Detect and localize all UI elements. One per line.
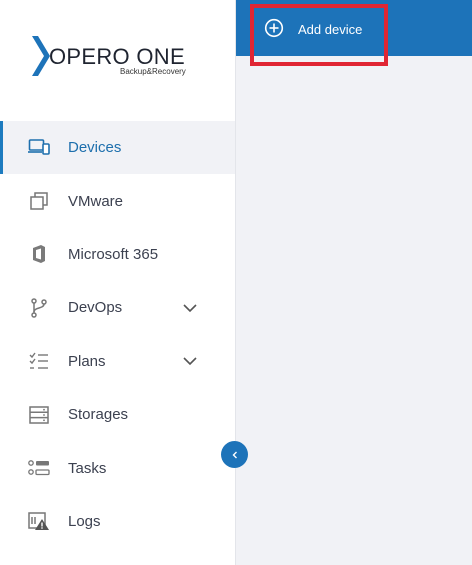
sidebar-item-devices[interactable]: Devices bbox=[0, 121, 235, 175]
branch-icon bbox=[28, 297, 50, 319]
sidebar-item-microsoft-365[interactable]: Microsoft 365 bbox=[0, 228, 235, 281]
chevron-left-icon bbox=[232, 451, 237, 458]
sidebar-item-label: Tasks bbox=[68, 459, 107, 477]
sidebar-item-storages[interactable]: Storages bbox=[0, 388, 235, 441]
vmware-icon bbox=[28, 190, 50, 212]
collapse-sidebar-button[interactable] bbox=[221, 441, 248, 468]
sidebar-item-label: VMware bbox=[68, 192, 124, 210]
sidebar-item-label: Logs bbox=[68, 512, 101, 530]
sidebar-item-vmware[interactable]: VMware bbox=[0, 174, 235, 227]
logs-warning-icon bbox=[28, 510, 50, 532]
add-device-label: Add device bbox=[298, 22, 363, 37]
brand-logo: OPERO ONE Backup&Recovery bbox=[32, 36, 202, 80]
sidebar-item-logs[interactable]: Logs bbox=[0, 495, 235, 548]
checklist-icon bbox=[28, 350, 50, 372]
add-device-button[interactable]: Add device bbox=[250, 4, 388, 66]
devices-icon bbox=[28, 137, 50, 159]
storage-icon bbox=[28, 404, 50, 426]
sidebar-item-plans[interactable]: Plans bbox=[0, 335, 235, 388]
sidebar-item-label: Devices bbox=[68, 139, 122, 157]
sidebar-item-label: Storages bbox=[68, 406, 129, 424]
sidebar-item-devops[interactable]: DevOps bbox=[0, 281, 235, 334]
office-icon bbox=[28, 243, 50, 265]
sidebar-item-label: Plans bbox=[68, 352, 106, 370]
chevron-down-icon[interactable] bbox=[182, 355, 198, 367]
sidebar-item-label: Microsoft 365 bbox=[68, 245, 159, 263]
tasks-icon bbox=[28, 457, 50, 479]
sidebar: OPERO ONE Backup&Recovery Devices VMware… bbox=[0, 0, 236, 565]
sidebar-item-tasks[interactable]: Tasks bbox=[0, 441, 235, 494]
chevron-down-icon[interactable] bbox=[182, 302, 198, 314]
plus-circle-icon bbox=[264, 18, 284, 38]
brand-tagline: Backup&Recovery bbox=[120, 67, 186, 76]
sidebar-item-label: DevOps bbox=[68, 299, 123, 317]
sidebar-nav: Devices VMware Microsoft 365 DevOps Plan… bbox=[0, 121, 235, 548]
